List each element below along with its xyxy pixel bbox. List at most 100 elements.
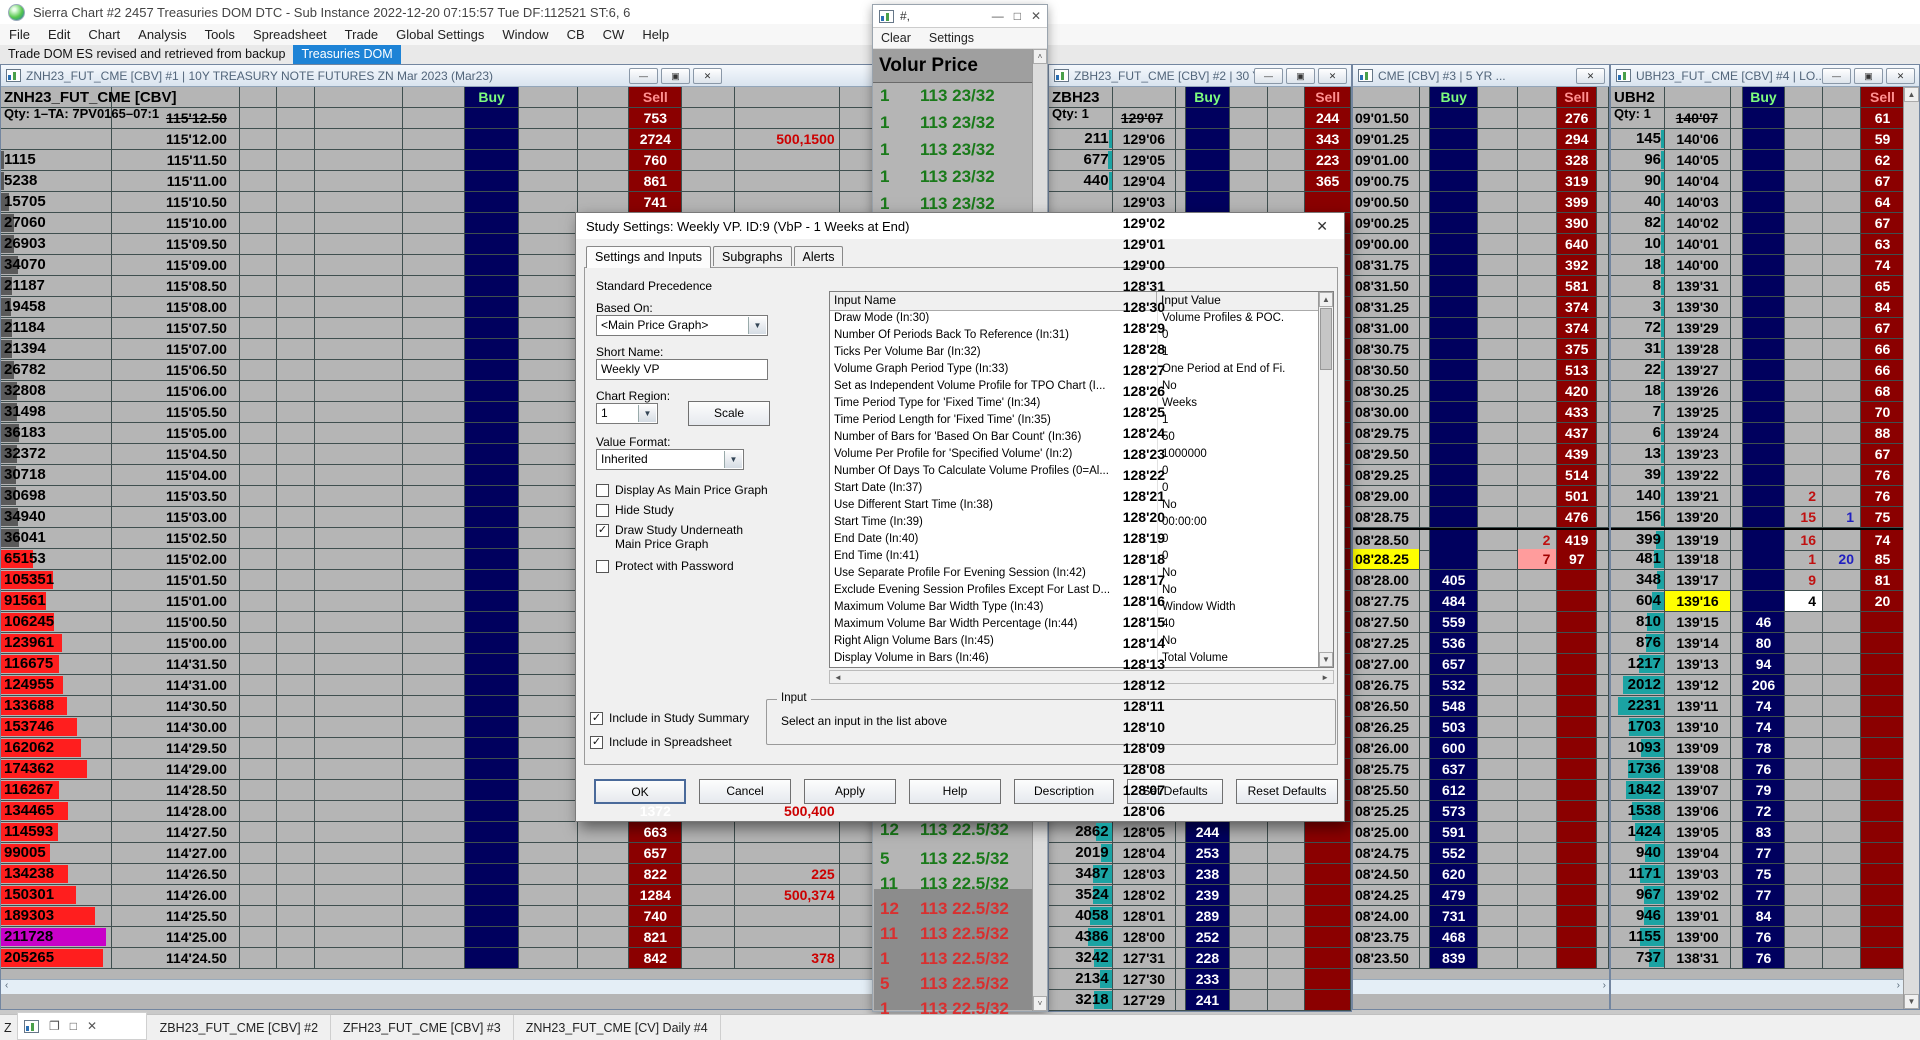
menu-tools[interactable]: Tools bbox=[196, 24, 244, 45]
sell-cell[interactable]: 657 bbox=[629, 843, 683, 864]
sell-cell[interactable]: 328 bbox=[1557, 150, 1598, 171]
order-cell[interactable]: 500,400 bbox=[735, 801, 840, 822]
input-list-row[interactable]: Start Time (In:39) 00:00:00 bbox=[830, 515, 1333, 532]
sell-cell[interactable] bbox=[1861, 801, 1905, 822]
buy-cell[interactable]: 839 bbox=[1430, 948, 1479, 969]
sell-cell[interactable] bbox=[1861, 927, 1905, 948]
buy-cell[interactable] bbox=[465, 843, 520, 864]
sell-cell[interactable]: 76 bbox=[1861, 465, 1905, 486]
sell-cell[interactable]: 433 bbox=[1557, 402, 1598, 423]
buy-cell[interactable] bbox=[465, 318, 520, 339]
sell-cell[interactable]: 68 bbox=[1861, 381, 1905, 402]
sell-cell[interactable] bbox=[1557, 738, 1598, 759]
chart-region-select[interactable]: 1 ▼ bbox=[596, 403, 658, 424]
short-name-input[interactable]: Weekly VP bbox=[596, 359, 768, 380]
sell-cell[interactable] bbox=[1305, 822, 1351, 843]
sell-cell[interactable]: 67 bbox=[1861, 213, 1905, 234]
order-cell[interactable]: 500,1500 bbox=[735, 129, 840, 150]
sell-cell[interactable]: 1372 bbox=[629, 801, 683, 822]
input-list-row[interactable]: Use Separate Profile For Evening Session… bbox=[830, 566, 1333, 583]
menu-trade[interactable]: Trade bbox=[336, 24, 387, 45]
input-list-row[interactable]: Maximum Volume Bar Width Percentage (In:… bbox=[830, 617, 1333, 634]
sell-cell[interactable]: 59 bbox=[1861, 129, 1905, 150]
buy-cell[interactable] bbox=[465, 780, 520, 801]
sell-cell[interactable]: 84 bbox=[1861, 297, 1905, 318]
input-list-row[interactable]: Number Of Days To Calculate Volume Profi… bbox=[830, 464, 1333, 481]
buy-cell[interactable] bbox=[1743, 318, 1785, 339]
buy-cell[interactable] bbox=[1186, 108, 1230, 129]
sell-cell[interactable]: 374 bbox=[1557, 297, 1598, 318]
buy-cell[interactable] bbox=[465, 192, 520, 213]
sell-cell[interactable]: 640 bbox=[1557, 234, 1598, 255]
buy-cell[interactable] bbox=[1430, 171, 1479, 192]
scroll-up-arrow[interactable]: ˄ bbox=[1033, 49, 1047, 64]
buy-cell[interactable] bbox=[465, 339, 520, 360]
input-list-row[interactable]: Time Period Type for 'Fixed Time' (In:34… bbox=[830, 396, 1333, 413]
minimize-button[interactable]: — bbox=[629, 68, 658, 84]
buy-cell[interactable]: 479 bbox=[1430, 885, 1479, 906]
buy-cell[interactable] bbox=[1743, 108, 1785, 129]
sell-cell[interactable]: 88 bbox=[1861, 423, 1905, 444]
sell-cell[interactable]: Sell bbox=[1305, 87, 1351, 108]
sell-cell[interactable]: 63 bbox=[1861, 234, 1905, 255]
menu-cw[interactable]: CW bbox=[594, 24, 634, 45]
buy-cell[interactable] bbox=[1743, 381, 1785, 402]
order-cell[interactable] bbox=[735, 927, 840, 948]
buy-cell[interactable] bbox=[465, 444, 520, 465]
sell-cell[interactable]: 439 bbox=[1557, 444, 1598, 465]
sell-cell[interactable]: 1284 bbox=[629, 885, 683, 906]
buy-cell[interactable]: 657 bbox=[1430, 654, 1479, 675]
sell-cell[interactable] bbox=[1861, 864, 1905, 885]
sell-cell[interactable]: 476 bbox=[1557, 507, 1598, 528]
buy-cell[interactable] bbox=[1430, 339, 1479, 360]
sell-cell[interactable]: 74 bbox=[1861, 530, 1905, 551]
buy-cell[interactable]: 238 bbox=[1186, 864, 1230, 885]
window-titlebar[interactable]: ZNH23_FUT_CME [CBV] #1 | 10Y TREASURY NO… bbox=[1, 65, 879, 87]
menu-cb[interactable]: CB bbox=[558, 24, 594, 45]
order-cell[interactable] bbox=[735, 87, 840, 108]
horizontal-scrollbar[interactable]: › bbox=[1353, 979, 1609, 994]
buy-cell[interactable]: 75 bbox=[1743, 864, 1785, 885]
sell-cell[interactable] bbox=[1305, 192, 1351, 213]
sell-cell[interactable] bbox=[1861, 759, 1905, 780]
buy-cell[interactable] bbox=[465, 255, 520, 276]
checkbox-protect-with-password[interactable]: Protect with Password bbox=[596, 559, 734, 573]
buy-cell[interactable] bbox=[465, 675, 520, 696]
sell-cell[interactable]: 375 bbox=[1557, 339, 1598, 360]
buy-cell[interactable] bbox=[465, 507, 520, 528]
time-sales-titlebar[interactable]: #, — □ ✕ bbox=[873, 5, 1047, 28]
input-list-row[interactable]: Set as Independent Volume Profile for TP… bbox=[830, 379, 1333, 396]
sell-cell[interactable]: 821 bbox=[629, 927, 683, 948]
buy-cell[interactable] bbox=[1430, 402, 1479, 423]
sell-cell[interactable]: 740 bbox=[629, 906, 683, 927]
tab-subgraphs[interactable]: Subgraphs bbox=[713, 246, 792, 266]
buy-cell[interactable] bbox=[1186, 192, 1230, 213]
buy-cell[interactable]: 559 bbox=[1430, 612, 1479, 633]
buy-cell[interactable] bbox=[465, 570, 520, 591]
menu-global-settings[interactable]: Global Settings bbox=[387, 24, 493, 45]
order-cell[interactable] bbox=[735, 171, 840, 192]
buy-cell[interactable]: Buy bbox=[1186, 87, 1230, 108]
input-list-row[interactable]: End Time (In:41) 0 bbox=[830, 549, 1333, 566]
restore-icon[interactable]: ❐ bbox=[49, 1019, 60, 1033]
taskbar-partial-tab[interactable]: Z bbox=[0, 1015, 16, 1040]
maximize-icon[interactable]: □ bbox=[70, 1019, 77, 1033]
close-button[interactable]: ✕ bbox=[1318, 68, 1347, 84]
buy-cell[interactable] bbox=[1743, 213, 1785, 234]
input-list-row[interactable]: Right Align Volume Bars (In:45) No bbox=[830, 634, 1333, 651]
sell-cell[interactable] bbox=[1861, 738, 1905, 759]
close-icon[interactable]: ✕ bbox=[87, 1019, 97, 1033]
buy-cell[interactable] bbox=[1743, 276, 1785, 297]
chartbook-tab[interactable]: Trade DOM ES revised and retrieved from … bbox=[0, 45, 293, 64]
sell-cell[interactable] bbox=[1861, 780, 1905, 801]
order-cell[interactable] bbox=[735, 150, 840, 171]
sell-cell[interactable] bbox=[1557, 843, 1598, 864]
sell-cell[interactable]: 399 bbox=[1557, 192, 1598, 213]
buy-cell[interactable] bbox=[465, 864, 520, 885]
buy-cell[interactable] bbox=[465, 801, 520, 822]
close-icon[interactable]: ✕ bbox=[1310, 218, 1334, 235]
buy-cell[interactable]: 548 bbox=[1430, 696, 1479, 717]
buy-cell[interactable] bbox=[1743, 360, 1785, 381]
sell-cell[interactable]: 294 bbox=[1557, 129, 1598, 150]
buy-cell[interactable]: 637 bbox=[1430, 759, 1479, 780]
